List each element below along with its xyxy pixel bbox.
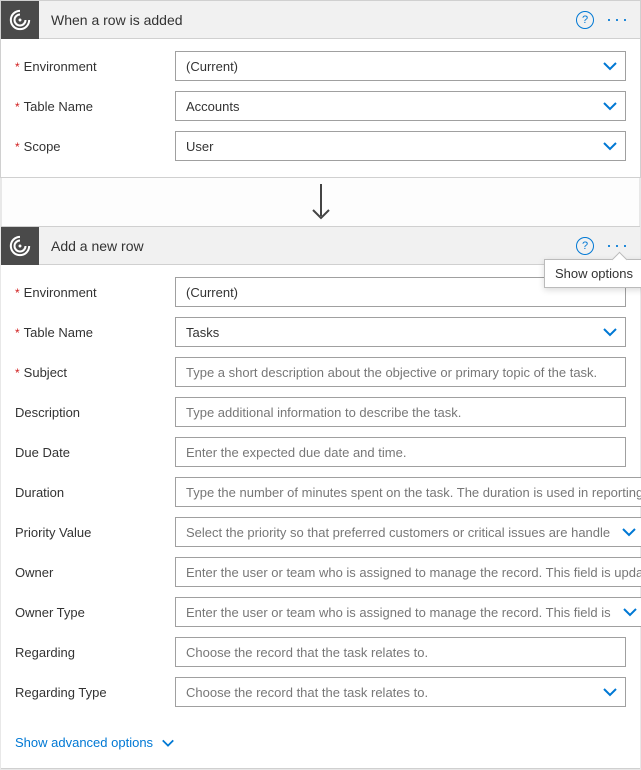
environment-label: *Environment <box>15 285 175 300</box>
owner-input[interactable]: Enter the user or team who is assigned t… <box>175 557 641 587</box>
help-icon[interactable]: ? <box>576 237 594 255</box>
priority-label: Priority Value <box>15 525 175 540</box>
help-icon[interactable]: ? <box>576 11 594 29</box>
dataverse-icon <box>1 1 39 39</box>
subject-input[interactable]: Type a short description about the objec… <box>175 357 626 387</box>
scope-select[interactable]: User <box>175 131 626 161</box>
subject-label: *Subject <box>15 365 175 380</box>
chevron-down-icon <box>161 736 175 750</box>
regarding-input[interactable]: Choose the record that the task relates … <box>175 637 626 667</box>
duedate-input[interactable]: Enter the expected due date and time. <box>175 437 626 467</box>
regardingtype-label: Regarding Type <box>15 685 175 700</box>
show-options-tooltip: Show options <box>544 259 641 288</box>
action-body: Show options *Environment (Current) *Tab… <box>1 265 640 768</box>
trigger-body: *Environment (Current) *Table Name Accou… <box>1 39 640 177</box>
priority-select[interactable]: Select the priority so that preferred cu… <box>175 517 641 547</box>
flow-arrow <box>1 178 640 226</box>
environment-select[interactable]: (Current) <box>175 51 626 81</box>
scope-label: *Scope <box>15 139 175 154</box>
ownertype-label: Owner Type <box>15 605 175 620</box>
tablename-select[interactable]: Tasks <box>175 317 626 347</box>
more-menu-icon[interactable]: ··· <box>606 9 630 30</box>
arrow-down-icon <box>309 182 333 222</box>
ownertype-select[interactable]: Enter the user or team who is assigned t… <box>175 597 641 627</box>
tablename-label: *Table Name <box>15 325 175 340</box>
owner-label: Owner <box>15 565 175 580</box>
trigger-title: When a row is added <box>39 12 576 28</box>
trigger-card: When a row is added ? ··· *Environment (… <box>0 0 641 178</box>
regarding-label: Regarding <box>15 645 175 660</box>
trigger-header[interactable]: When a row is added ? ··· <box>1 1 640 39</box>
duedate-label: Due Date <box>15 445 175 460</box>
dataverse-icon <box>1 227 39 265</box>
environment-label: *Environment <box>15 59 175 74</box>
duration-input[interactable]: Type the number of minutes spent on the … <box>175 477 641 507</box>
duration-label: Duration <box>15 485 175 500</box>
action-card: Add a new row ? ··· Show options *Enviro… <box>1 226 640 769</box>
tablename-label: *Table Name <box>15 99 175 114</box>
show-advanced-options-link[interactable]: Show advanced options <box>15 735 175 750</box>
description-input[interactable]: Type additional information to describe … <box>175 397 626 427</box>
tablename-select[interactable]: Accounts <box>175 91 626 121</box>
description-label: Description <box>15 405 175 420</box>
action-title: Add a new row <box>39 238 576 254</box>
regardingtype-select[interactable]: Choose the record that the task relates … <box>175 677 626 707</box>
